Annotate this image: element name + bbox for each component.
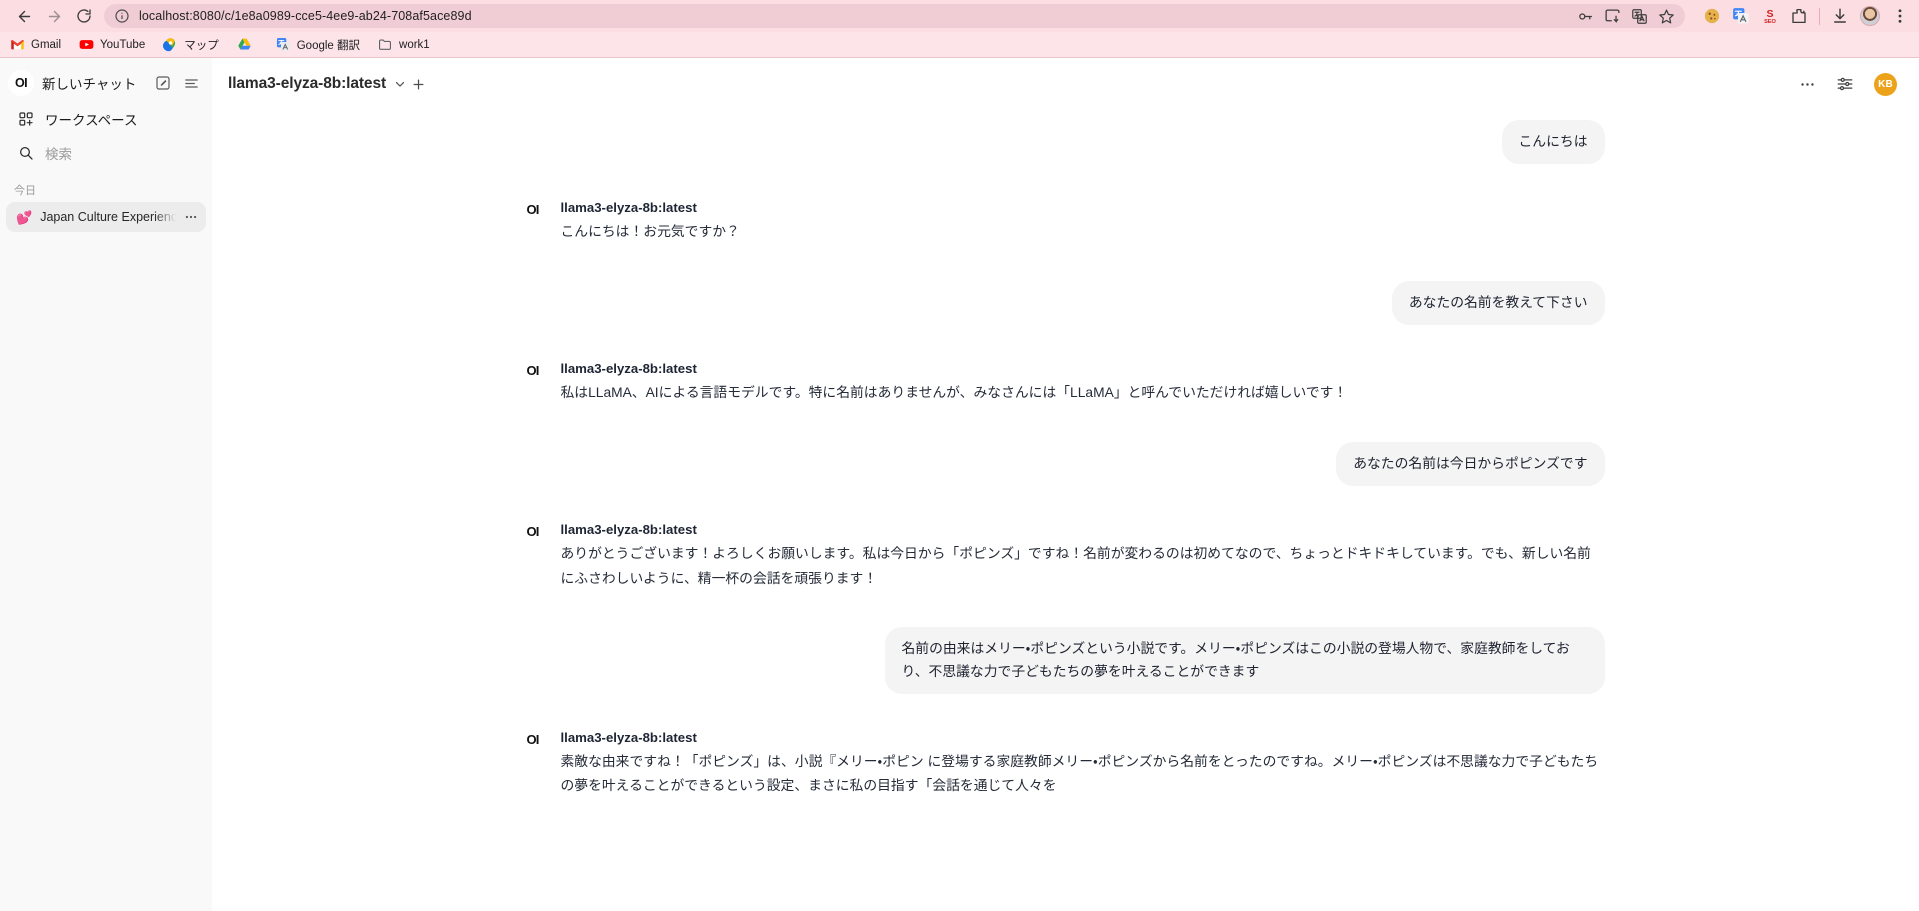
assistant-message: OI llama3-elyza-8b:latest 私はLLaMA、AIによる言…: [527, 361, 1605, 406]
message-text: ありがとうございます！よろしくお願いします。私は今日から「ポピンズ」ですね！名前…: [560, 546, 1591, 586]
bookmark-star-icon[interactable]: [1658, 8, 1675, 25]
browser-window: localhost:8080/c/1e8a0989-cce5-4ee9-ab24…: [0, 0, 1919, 911]
search-input-placeholder: 検索: [45, 147, 72, 162]
extensions-puzzle-icon[interactable]: [1790, 7, 1808, 25]
message-bubble: 名前の由来はメリー・ポピンズという小説です。メリー・ポピンズはこの小説の登場人物…: [884, 627, 1605, 694]
chat-header-actions: KB: [1799, 72, 1897, 96]
sidebar-item-workspace[interactable]: ワークスペース: [6, 103, 206, 135]
bookmark-youtube[interactable]: YouTube: [79, 37, 145, 52]
bookmark-label: work1: [399, 38, 430, 51]
sidebar-item-label: ワークスペース: [45, 113, 138, 128]
message-text: 素敵な由来ですね！「ポピンズ」は、小説『メリー・ポピン に登場する家庭教師メリー…: [560, 753, 1599, 794]
bookmark-maps[interactable]: マップ: [163, 37, 219, 53]
navigation-buttons: [10, 2, 98, 30]
assistant-message: OI llama3-elyza-8b:latest ありがとうございます！よろし…: [527, 522, 1605, 591]
list-item[interactable]: 💕 Japan Culture Experience: [6, 202, 206, 232]
google-drive-icon: [237, 37, 252, 52]
assistant-model-name: llama3-elyza-8b:latest: [560, 729, 697, 745]
bookmark-google-translate[interactable]: Google 翻訳: [276, 37, 360, 53]
address-bar[interactable]: localhost:8080/c/1e8a0989-cce5-4ee9-ab24…: [104, 4, 1685, 28]
assistant-model-name: llama3-elyza-8b:latest: [560, 522, 697, 538]
bookmark-label: YouTube: [100, 38, 146, 51]
omnibox-actions: [1567, 8, 1675, 25]
assistant-message-body: llama3-elyza-8b:latest ありがとうございます！よろしくお願…: [561, 522, 1605, 591]
gmail-icon: [10, 37, 25, 52]
open-webui-logo: OI: [526, 202, 540, 218]
translate-icon[interactable]: [1631, 8, 1648, 25]
chat-scroll-area[interactable]: こんにちは OI llama3-elyza-8b:latest こんにちは！お元…: [212, 110, 1919, 911]
chat-title: Japan Culture Experience: [40, 210, 176, 224]
open-webui-logo: OI: [526, 731, 540, 747]
assistant-model-name: llama3-elyza-8b:latest: [560, 200, 697, 216]
avatar[interactable]: KB: [1874, 72, 1897, 96]
sidebar-toggle-icon[interactable]: [180, 72, 202, 94]
svg-text:S: S: [1766, 8, 1773, 20]
youtube-icon: [79, 37, 94, 52]
reload-button[interactable]: [70, 2, 98, 30]
assistant-message: OI llama3-elyza-8b:latest こんにちは！お元気ですか？: [527, 200, 1605, 245]
info-circle-icon: [114, 8, 130, 24]
seo-extension-icon[interactable]: S SEO: [1761, 7, 1779, 25]
profile-avatar-icon[interactable]: [1860, 6, 1880, 26]
address-bar-url: localhost:8080/c/1e8a0989-cce5-4ee9-ab24…: [139, 9, 472, 23]
user-message: あなたの名前は今日からポピンズです: [527, 441, 1605, 487]
chat-more-icon[interactable]: [184, 210, 198, 224]
user-message: こんにちは: [527, 120, 1605, 165]
sidebar: OI 新しいチャット ワークスペース 検索 今日 💕 Japan Culture…: [0, 58, 212, 911]
bookmark-label: マップ: [184, 39, 219, 52]
google-translate-icon: [276, 37, 291, 52]
assistant-model-name: llama3-elyza-8b:latest: [560, 361, 697, 377]
main-content: llama3-elyza-8b:latest KB こんにちは OI llama…: [212, 58, 1919, 911]
chat-emoji-icon: 💕: [16, 209, 33, 225]
forward-button[interactable]: [40, 2, 68, 30]
model-name: llama3-elyza-8b:latest: [228, 75, 387, 92]
bookmark-drive[interactable]: [237, 37, 258, 52]
assistant-message-body: llama3-elyza-8b:latest 素敵な由来ですね！「ポピンズ」は、…: [561, 730, 1605, 799]
folder-icon: [378, 37, 393, 52]
google-maps-icon: [163, 37, 178, 52]
add-model-button[interactable]: [411, 77, 426, 92]
google-translate-extension-icon[interactable]: [1732, 7, 1750, 25]
three-dot-menu-icon[interactable]: [1891, 7, 1909, 25]
message-bubble: こんにちは: [1501, 120, 1605, 165]
message-bubble: あなたの名前を教えて下さい: [1391, 280, 1605, 326]
open-webui-app: OI 新しいチャット ワークスペース 検索 今日 💕 Japan Culture…: [0, 58, 1919, 911]
sidebar-section-today: 今日: [14, 185, 36, 197]
model-selector[interactable]: llama3-elyza-8b:latest: [228, 75, 407, 93]
bookmark-label: Google 翻訳: [296, 39, 361, 52]
open-webui-logo: OI: [8, 70, 34, 96]
message-text: こんにちは！お元気ですか？: [560, 224, 740, 240]
assistant-message-body: llama3-elyza-8b:latest 私はLLaMA、AIによる言語モデ…: [561, 361, 1605, 406]
sidebar-header: OI 新しいチャット: [0, 64, 212, 102]
bookmark-folder-work1[interactable]: work1: [378, 37, 430, 52]
bookmarks-bar: Gmail YouTube マップ Google 翻訳 work1: [0, 32, 1919, 58]
message-thread: こんにちは OI llama3-elyza-8b:latest こんにちは！お元…: [527, 110, 1605, 799]
assistant-message: OI llama3-elyza-8b:latest 素敵な由来ですね！「ポピンズ…: [527, 730, 1605, 799]
sidebar-item-new-chat[interactable]: 新しいチャット: [40, 73, 136, 93]
user-message: あなたの名前を教えて下さい: [527, 280, 1605, 326]
chat-header: llama3-elyza-8b:latest KB: [212, 58, 1919, 110]
browser-toolbar: localhost:8080/c/1e8a0989-cce5-4ee9-ab24…: [0, 0, 1919, 32]
open-webui-logo: OI: [526, 524, 540, 540]
install-app-icon[interactable]: [1604, 8, 1621, 25]
chat-controls-sliders-icon[interactable]: [1836, 75, 1854, 93]
chevron-down-icon: [393, 77, 407, 91]
assistant-message-body: llama3-elyza-8b:latest こんにちは！お元気ですか？: [561, 200, 1605, 245]
message-bubble: あなたの名前は今日からポピンズです: [1336, 441, 1605, 487]
toolbar-right: S SEO: [1693, 6, 1909, 26]
new-chat-pencil-icon[interactable]: [152, 72, 174, 94]
more-options-icon[interactable]: [1799, 76, 1816, 93]
svg-text:SEO: SEO: [1764, 19, 1776, 25]
sidebar-search[interactable]: 検索: [6, 137, 206, 169]
download-icon[interactable]: [1831, 7, 1849, 25]
user-message: 名前の由来はメリー・ポピンズという小説です。メリー・ポピンズはこの小説の登場人物…: [527, 627, 1605, 694]
back-button[interactable]: [10, 2, 38, 30]
message-text: 私はLLaMA、AIによる言語モデルです。特に名前はありませんが、みなさんには「…: [560, 385, 1348, 401]
password-key-icon[interactable]: [1577, 8, 1594, 25]
toolbar-divider: [1819, 7, 1820, 25]
bookmark-gmail[interactable]: Gmail: [10, 37, 61, 52]
bookmark-label: Gmail: [31, 38, 62, 51]
open-webui-logo: OI: [526, 363, 540, 379]
cookie-extension-icon[interactable]: [1703, 7, 1721, 25]
